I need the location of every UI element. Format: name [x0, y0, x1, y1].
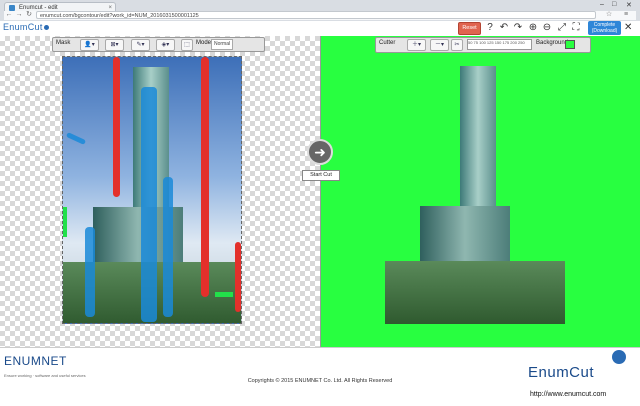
cutter-label: Cutter — [379, 40, 396, 46]
cutout-result — [385, 56, 565, 324]
download-label: (Download) — [591, 28, 618, 34]
mask-red-stroke — [113, 57, 120, 197]
start-cut-button[interactable]: ➜ — [307, 139, 333, 165]
mask-blue-stroke — [85, 227, 95, 317]
forward-icon[interactable]: → — [15, 11, 23, 19]
reset-button[interactable]: Reset — [458, 22, 481, 35]
mask-toolbar: Mask 👤▾ ⊠▾ ✎▾ ◈▾ ⬚ Mode Normal — [52, 37, 265, 52]
address-bar[interactable]: enumcut.com/bgcontour/edit?work_id=NUM_2… — [36, 11, 596, 19]
reload-icon[interactable]: ↻ — [25, 11, 33, 19]
copyright-text: Copyrights © 2015 ENUMNET Co. Ltd. All R… — [247, 378, 393, 384]
remove-cut-button[interactable]: －▾ — [430, 39, 449, 51]
cut-options-button[interactable]: ✂ — [451, 39, 463, 51]
close-editor-icon[interactable]: ✕ — [624, 22, 632, 33]
size-slider[interactable]: 50 75 100 125 150 175 200 250 — [467, 39, 532, 50]
mask-green-stroke — [63, 207, 67, 237]
zoom-in-icon[interactable]: ⊕ — [527, 22, 539, 34]
mask-red-stroke — [235, 242, 241, 312]
eraser-tool-button[interactable]: ⊠▾ — [105, 39, 124, 51]
bookmark-star-icon[interactable]: ☆ — [605, 11, 613, 19]
fit-screen-icon[interactable]: ⤢ — [556, 22, 568, 34]
enumcut-footer-logo[interactable]: EnumCut — [528, 364, 594, 381]
maximize-icon[interactable]: □ — [612, 1, 616, 8]
mask-red-stroke — [201, 57, 209, 297]
browser-menu-icon[interactable]: ≡ — [622, 11, 630, 19]
result-trees-shape — [385, 261, 565, 324]
arrow-right-icon: ➜ — [314, 144, 326, 160]
mask-green-stroke — [215, 292, 233, 297]
mode-select[interactable]: Normal — [211, 39, 234, 50]
website-link[interactable]: http://www.enumcut.com — [530, 391, 606, 398]
enumnet-tagline: Ensure working · software and useful ser… — [4, 373, 86, 378]
pin-logo-icon — [612, 350, 626, 364]
redo-icon[interactable]: ↷ — [512, 22, 524, 34]
undo-icon[interactable]: ↶ — [498, 22, 510, 34]
source-image[interactable] — [62, 56, 242, 324]
mode-label: Mode — [196, 40, 212, 46]
add-cut-button[interactable]: ＋▾ — [407, 39, 426, 51]
fill-tool-button[interactable]: ◈▾ — [156, 39, 175, 51]
paint-tool-button[interactable]: ✎▾ — [131, 39, 150, 51]
slider-ticks: 50 75 100 125 150 175 200 250 — [468, 40, 525, 45]
complete-download-button[interactable]: Complete (Download) — [588, 21, 621, 35]
fullscreen-icon[interactable]: ⛶ — [570, 22, 582, 34]
zoom-out-icon[interactable]: ⊖ — [541, 22, 553, 34]
background-label: Background — [536, 40, 569, 46]
background-color-swatch[interactable] — [565, 40, 575, 49]
logo-pin-icon — [43, 25, 49, 30]
app-logo-text: EnumCut — [3, 22, 43, 32]
back-icon[interactable]: ← — [5, 11, 13, 19]
brush-tool-button[interactable]: 👤▾ — [80, 39, 99, 51]
mask-blue-stroke — [141, 87, 157, 322]
minimize-icon[interactable]: – — [600, 1, 604, 8]
window-close-icon[interactable]: ✕ — [626, 1, 632, 9]
mask-label: Mask — [56, 40, 71, 46]
mask-blue-stroke — [163, 177, 173, 317]
result-canvas[interactable] — [320, 36, 640, 347]
select-tool-button[interactable]: ⬚ — [181, 39, 193, 51]
start-cut-label[interactable]: Start Cut — [302, 170, 340, 181]
help-icon[interactable]: ? — [484, 22, 496, 34]
app-logo[interactable]: EnumCut — [3, 22, 49, 32]
enumnet-logo[interactable]: ENUMNET — [4, 354, 67, 368]
